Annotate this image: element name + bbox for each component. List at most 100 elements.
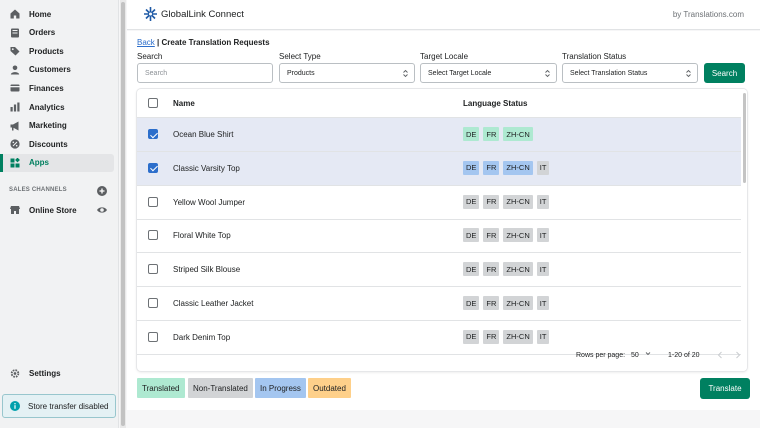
locale-badge: FR [483, 329, 500, 344]
locale-badge: IT [536, 329, 550, 344]
search-button[interactable]: Search [704, 63, 745, 83]
breadcrumb: Back | Create Translation Requests [137, 38, 270, 47]
store-transfer-text: Store transfer disabled [28, 401, 109, 411]
sidebar-item-apps[interactable]: Apps [0, 153, 114, 172]
legend-translated: Translated [137, 378, 185, 398]
page-range: 1-20 of 20 [668, 352, 700, 359]
table-scrollbar[interactable] [743, 89, 747, 371]
info-icon [10, 401, 20, 411]
sidebar-item-finances[interactable]: Finances [0, 79, 114, 97]
locale-badge: DE [463, 127, 480, 141]
locale-badge: DE [463, 194, 480, 209]
globallink-logo-icon [144, 7, 157, 21]
row-checkbox[interactable] [148, 230, 158, 241]
sidebar-item-orders[interactable]: Orders [0, 24, 114, 42]
locale-select[interactable]: Select Target Locale [420, 63, 557, 83]
translate-button[interactable]: Translate [700, 378, 750, 399]
product-name: Dark Denim Top [173, 332, 231, 342]
locale-badge: DE [463, 160, 480, 175]
sidebar-item-discounts[interactable]: Discounts [0, 135, 114, 153]
table-row[interactable]: Yellow Wool Jumper DE FR ZH-CN IT [137, 186, 741, 220]
select-caret-icon [545, 69, 550, 78]
status-select[interactable]: Select Translation Status [562, 63, 698, 83]
tag-icon [10, 46, 20, 56]
table-row[interactable]: Classic Varsity Top DE FR ZH-CN IT [137, 151, 741, 186]
page-title: | Create Translation Requests [157, 38, 270, 47]
language-status-badges: DE FR ZH-CN IT [463, 194, 550, 209]
locale-label: Target Locale [420, 52, 469, 61]
type-select-value: Products [287, 69, 315, 77]
locale-badge: IT [536, 296, 550, 310]
eye-icon[interactable] [97, 205, 107, 215]
sidebar-item-label: Home [29, 9, 52, 19]
select-caret-icon [686, 69, 691, 78]
locale-badge: DE [463, 228, 480, 243]
row-checkbox[interactable] [148, 298, 158, 308]
row-checkbox[interactable] [148, 162, 158, 173]
chevron-left-icon[interactable] [716, 350, 724, 360]
rows-per-page-caret-icon[interactable] [645, 351, 651, 357]
products-table: Name Language Status Ocean Blue Shirt DE F… [137, 89, 747, 371]
product-name: Striped Silk Blouse [173, 265, 241, 275]
row-checkbox[interactable] [148, 331, 158, 342]
sidebar-scrollbar[interactable] [120, 0, 126, 428]
legend-outdated: Outdated [308, 378, 351, 398]
type-select[interactable]: Products [279, 63, 415, 83]
table-row[interactable]: Classic Leather Jacket DE FR ZH-CN IT [137, 287, 741, 321]
table-header: Name Language Status [137, 89, 741, 118]
type-label: Select Type [279, 52, 321, 61]
bar-chart-icon [10, 102, 20, 112]
legend-in-progress: In Progress [255, 378, 306, 398]
back-link[interactable]: Back [137, 38, 155, 47]
table-row[interactable]: Floral White Top DE FR ZH-CN IT [137, 219, 741, 254]
locale-badge: ZH-CN [503, 127, 533, 141]
sidebar-item-label: Finances [29, 83, 64, 93]
locale-badge: ZH-CN [503, 262, 533, 277]
language-status-badges: DE FR ZH-CN IT [463, 262, 550, 277]
locale-badge: DE [463, 329, 480, 344]
locale-badge: ZH-CN [503, 329, 533, 344]
store-icon [10, 205, 20, 215]
sidebar-item-settings[interactable]: Settings [0, 364, 114, 382]
store-transfer-banner: Store transfer disabled [2, 394, 116, 418]
search-input[interactable]: Search [137, 63, 273, 83]
locale-badge: IT [536, 194, 550, 209]
select-all-checkbox[interactable] [148, 98, 158, 108]
sidebar-item-customers[interactable]: Customers [0, 61, 114, 79]
sidebar-item-label: Customers [29, 65, 71, 75]
sidebar-scrollbar-thumb[interactable] [121, 2, 125, 426]
locale-badge: DE [463, 296, 480, 310]
orders-icon [10, 28, 20, 38]
locale-badge: FR [483, 194, 500, 209]
app-byline: by Translations.com [672, 10, 744, 19]
row-checkbox[interactable] [148, 264, 158, 275]
language-status-badges: DE FR ZH-CN IT [463, 160, 550, 175]
finances-icon [10, 83, 20, 93]
row-checkbox[interactable] [148, 129, 158, 139]
product-name: Classic Leather Jacket [173, 299, 254, 308]
sidebar-item-label: Products [29, 46, 64, 56]
select-caret-icon [403, 69, 408, 78]
locale-badge: ZH-CN [503, 228, 533, 243]
locale-badge: FR [483, 228, 500, 243]
add-channel-icon[interactable] [97, 186, 107, 196]
table-row[interactable]: Ocean Blue Shirt DE FR ZH-CN [137, 118, 741, 152]
locale-badge: IT [536, 160, 550, 175]
sidebar-item-label: Analytics [29, 102, 65, 112]
table-scrollbar-thumb[interactable] [743, 93, 746, 183]
row-checkbox[interactable] [148, 196, 158, 207]
language-status-badges: DE FR ZH-CN IT [463, 296, 550, 310]
language-status-badges: DE FR ZH-CN IT [463, 228, 550, 243]
rows-per-page-select[interactable]: 50 [631, 352, 639, 359]
locale-badge: ZH-CN [503, 160, 533, 175]
table-row[interactable]: Striped Silk Blouse DE FR ZH-CN IT [137, 253, 741, 288]
sidebar-item-analytics[interactable]: Analytics [0, 98, 114, 116]
product-name: Ocean Blue Shirt [173, 130, 234, 139]
sidebar-item-marketing[interactable]: Marketing [0, 117, 114, 135]
locale-badge: IT [536, 228, 550, 243]
locale-badge: FR [483, 127, 500, 141]
sidebar-item-products[interactable]: Products [0, 42, 114, 60]
chevron-right-icon[interactable] [734, 350, 742, 360]
sidebar-item-home[interactable]: Home [0, 5, 114, 23]
sidebar-item-label: Settings [29, 368, 61, 378]
